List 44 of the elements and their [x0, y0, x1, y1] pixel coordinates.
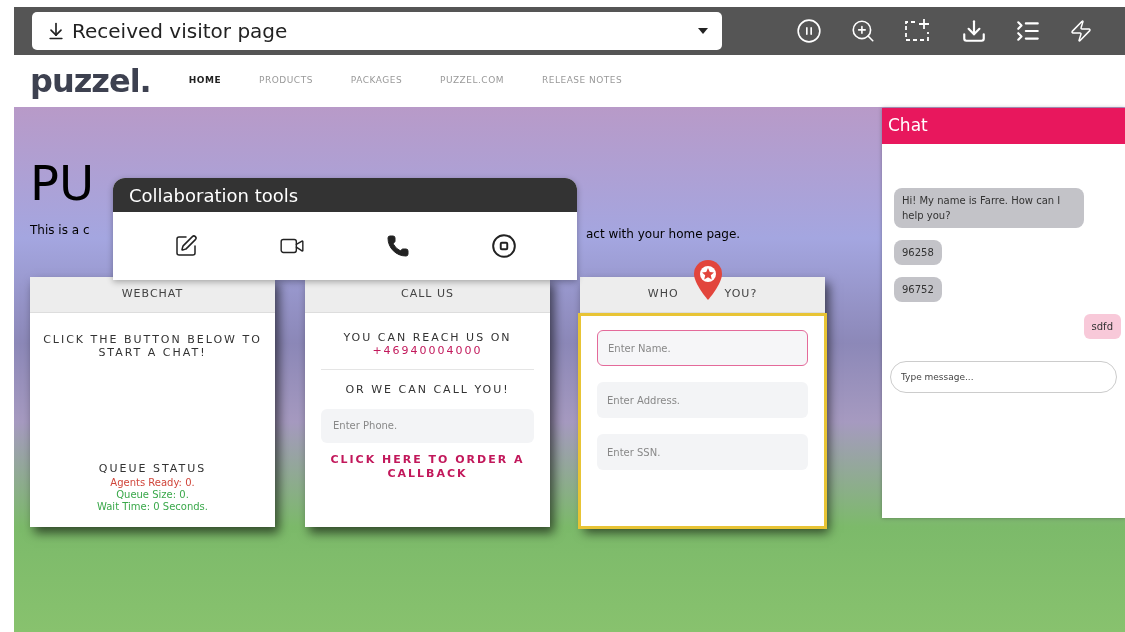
- callback-link[interactable]: CLICK HERE TO ORDER A CALLBACK: [321, 452, 534, 481]
- stop-icon[interactable]: [490, 233, 517, 259]
- queue-status-text: Queue Size: 0.: [116, 489, 189, 501]
- page-select[interactable]: Received visitor page: [32, 12, 722, 50]
- card-title: YOU?: [724, 286, 758, 303]
- nav-link[interactable]: PUZZEL.COM: [440, 74, 504, 88]
- nav-link[interactable]: PRODUCTS: [259, 74, 313, 88]
- nav-link[interactable]: RELEASE NOTES: [542, 74, 623, 88]
- text-field[interactable]: Enter SSN.: [597, 434, 808, 470]
- edit-icon[interactable]: [173, 234, 198, 258]
- call-you-text: OR WE CAN CALL YOU!: [345, 382, 510, 398]
- message-field[interactable]: Type message...: [890, 361, 1117, 393]
- chat-message: 96258: [894, 240, 942, 265]
- phone-link[interactable]: +46940004000: [372, 344, 483, 357]
- hero-text: act with your home page.: [586, 226, 741, 243]
- queue-status-text: Wait Time: 0 Seconds.: [97, 501, 208, 513]
- panel-title: Collaboration tools: [129, 183, 299, 208]
- caret-icon: [698, 28, 708, 34]
- phone-field[interactable]: Enter Phone.: [321, 408, 534, 443]
- queue-title: QUEUE STATUS: [98, 460, 207, 477]
- reach-text: YOU CAN REACH US ON: [343, 331, 512, 344]
- chat-message: Hi! My name is Farre. How can I help you?: [894, 188, 1084, 228]
- card-title: WHO: [647, 286, 679, 303]
- list-icon[interactable]: [1014, 18, 1041, 44]
- chat-message: sdfd: [1083, 314, 1121, 339]
- nav-link[interactable]: PACKAGES: [350, 74, 403, 88]
- site-logo: puzzel.: [30, 61, 151, 102]
- lightning-icon[interactable]: [1068, 19, 1093, 43]
- chat-title: Chat: [888, 114, 928, 138]
- hero-heading: PU: [30, 159, 95, 207]
- card-title: CALL US: [401, 286, 454, 303]
- phone-icon[interactable]: [385, 234, 410, 258]
- hero-text: This is a c: [30, 222, 90, 239]
- chat-message: 96752: [894, 277, 942, 302]
- card-title: WEBCHAT: [121, 286, 184, 303]
- text-field[interactable]: Enter Name.: [597, 330, 808, 366]
- download-icon: [46, 21, 66, 41]
- chat-prompt: CLICK THE BUTTON BELOW TO START A CHAT!: [42, 333, 263, 359]
- download-icon[interactable]: [960, 18, 987, 44]
- pause-icon[interactable]: [796, 18, 823, 44]
- map-pin-icon: [693, 260, 723, 300]
- queue-status-text: Agents Ready: 0.: [110, 477, 195, 489]
- nav-link[interactable]: HOME: [188, 74, 222, 88]
- text-field[interactable]: Enter Address.: [597, 382, 808, 418]
